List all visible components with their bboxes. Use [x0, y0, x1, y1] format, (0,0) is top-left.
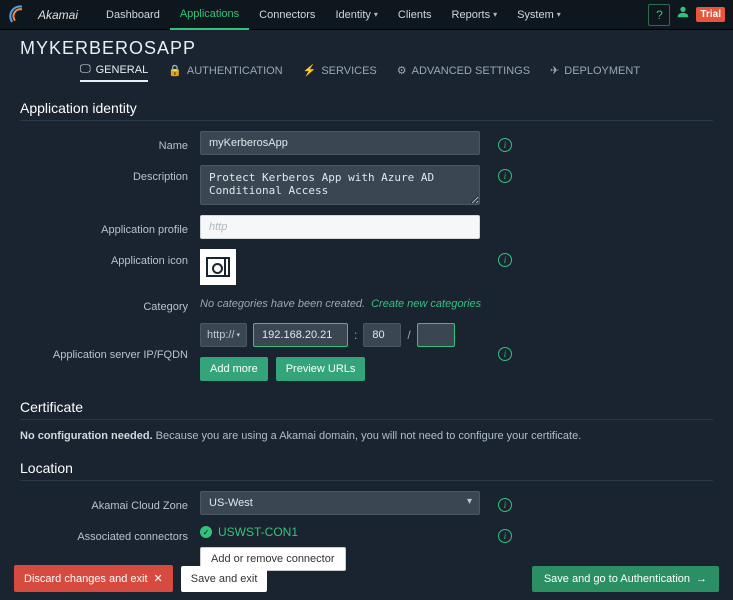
arrow-right-icon: → [696, 573, 707, 585]
nav-connectors[interactable]: Connectors [249, 0, 325, 30]
chevron-down-icon: ▾ [493, 10, 497, 19]
profile-input[interactable] [200, 215, 480, 239]
check-circle-icon: ✓ [200, 526, 212, 538]
cloud-zone-select[interactable]: US-West [200, 491, 480, 515]
app-icon-placeholder-icon [206, 257, 230, 277]
tab-authentication-label: AUTHENTICATION [187, 65, 283, 77]
preview-urls-button[interactable]: Preview URLs [276, 357, 366, 381]
server-port-input[interactable] [363, 323, 401, 347]
label-profile: Application profile [20, 218, 200, 236]
certificate-info-bold: No configuration needed. [20, 430, 153, 442]
info-icon[interactable]: i [498, 347, 512, 361]
tab-deployment-label: DEPLOYMENT [564, 65, 640, 77]
label-icon: Application icon [20, 249, 200, 267]
bolt-icon: ⚡ [303, 64, 317, 77]
tab-advanced[interactable]: ⚙ ADVANCED SETTINGS [397, 63, 530, 82]
brand-logo: Akamai [8, 5, 78, 25]
monitor-icon: 🖵 [80, 63, 91, 76]
server-ip-input[interactable] [253, 323, 348, 347]
nav-dashboard[interactable]: Dashboard [96, 0, 170, 30]
name-input[interactable] [200, 131, 480, 155]
label-connectors: Associated connectors [20, 525, 200, 543]
application-icon-picker[interactable] [200, 249, 236, 285]
nav-applications[interactable]: Applications [170, 0, 249, 30]
label-cloud-zone: Akamai Cloud Zone [20, 494, 200, 512]
close-icon: ✕ [154, 572, 163, 585]
tab-services[interactable]: ⚡ SERVICES [303, 63, 377, 82]
info-icon[interactable]: i [498, 498, 512, 512]
label-description: Description [20, 165, 200, 183]
nav-clients[interactable]: Clients [388, 0, 442, 30]
chevron-down-icon: ▾ [374, 10, 378, 19]
save-next-label: Save and go to Authentication [544, 573, 690, 585]
info-icon[interactable]: i [498, 169, 512, 183]
add-more-button[interactable]: Add more [200, 357, 268, 381]
label-server: Application server IP/FQDN [20, 343, 200, 361]
lock-icon: 🔒 [168, 64, 182, 77]
nav-identity[interactable]: Identity▾ [325, 0, 387, 30]
trial-badge: Trial [696, 7, 725, 22]
chevron-down-icon: ▾ [557, 10, 561, 19]
info-icon[interactable]: i [498, 529, 512, 543]
section-identity-title: Application identity [20, 100, 713, 121]
certificate-info-rest: Because you are using a Akamai domain, y… [153, 430, 582, 442]
page-title: MYKERBEROSAPP [20, 38, 713, 59]
save-next-button[interactable]: Save and go to Authentication → [532, 566, 719, 592]
tab-authentication[interactable]: 🔒 AUTHENTICATION [168, 63, 282, 82]
server-protocol-select[interactable]: http:// ▾ [200, 323, 247, 347]
help-icon[interactable]: ? [648, 4, 670, 26]
tab-advanced-label: ADVANCED SETTINGS [412, 65, 530, 77]
info-icon[interactable]: i [498, 253, 512, 267]
nav-reports[interactable]: Reports▾ [442, 0, 508, 30]
path-separator: / [407, 328, 410, 342]
create-category-link[interactable]: Create new categories [371, 298, 481, 310]
section-location-title: Location [20, 460, 713, 481]
certificate-info-text: No configuration needed. Because you are… [20, 430, 713, 442]
info-icon[interactable]: i [498, 138, 512, 152]
label-name: Name [20, 134, 200, 152]
label-category: Category [20, 295, 200, 313]
chevron-down-icon: ▾ [237, 331, 241, 339]
nav-system[interactable]: System▾ [507, 0, 571, 30]
user-icon[interactable] [676, 5, 690, 24]
port-separator: : [354, 328, 357, 342]
sliders-icon: ⚙ [397, 64, 407, 77]
top-nav: Akamai Dashboard Applications Connectors… [0, 0, 733, 30]
section-certificate-title: Certificate [20, 399, 713, 420]
brand-text: Akamai [38, 8, 78, 22]
plane-icon: ✈ [550, 64, 559, 77]
tab-general[interactable]: 🖵 GENERAL [80, 63, 148, 82]
connector-name: USWST-CON1 [218, 525, 298, 539]
category-empty-text: No categories have been created. [200, 298, 365, 310]
server-protocol-value: http:// [207, 329, 235, 341]
server-path-input[interactable] [417, 323, 455, 347]
discard-button-label: Discard changes and exit [24, 573, 148, 585]
subtab-bar: 🖵 GENERAL 🔒 AUTHENTICATION ⚡ SERVICES ⚙ … [20, 63, 713, 82]
description-input[interactable]: Protect Kerberos App with Azure AD Condi… [200, 165, 480, 205]
tab-deployment[interactable]: ✈ DEPLOYMENT [550, 63, 640, 82]
tab-general-label: GENERAL [96, 64, 149, 76]
footer-bar: Discard changes and exit ✕ Save and exit… [0, 557, 733, 600]
discard-button[interactable]: Discard changes and exit ✕ [14, 565, 173, 592]
connector-item: ✓ USWST-CON1 [200, 525, 490, 539]
akamai-swoosh-icon [8, 5, 36, 25]
save-exit-button[interactable]: Save and exit [181, 566, 268, 592]
tab-services-label: SERVICES [321, 65, 376, 77]
